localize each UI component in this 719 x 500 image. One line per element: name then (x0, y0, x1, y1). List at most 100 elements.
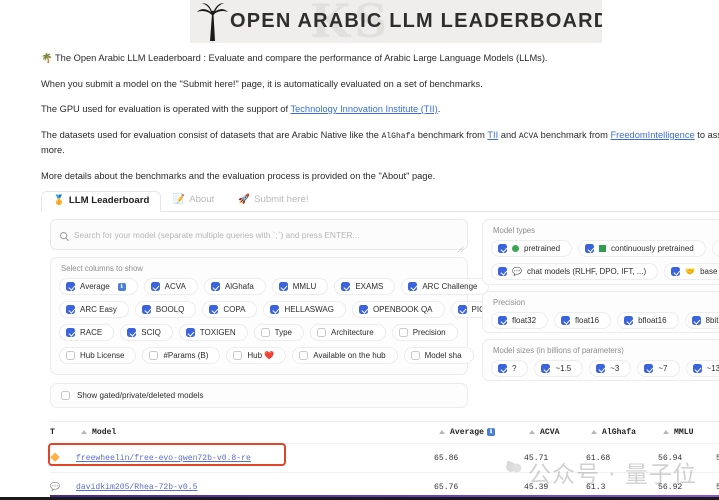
checkbox[interactable] (624, 316, 633, 325)
model-type-chip-pretrained[interactable]: pretrained (491, 240, 572, 257)
model-link[interactable]: davidkim205/Rhea-72b-v0.5 (76, 483, 197, 492)
model-type-chip-base-merges-and[interactable]: 🤝base merges and (664, 263, 719, 280)
checkbox[interactable] (693, 364, 702, 373)
checkbox[interactable] (408, 282, 417, 291)
checkbox[interactable] (671, 267, 680, 276)
checkbox[interactable] (186, 328, 195, 337)
checkbox[interactable] (498, 316, 507, 325)
model-size-chip-13[interactable]: ~13 (686, 360, 719, 377)
column-chip-hub-license[interactable]: Hub License (59, 347, 136, 364)
precision-chip-8bit[interactable]: 8bit (685, 312, 719, 329)
model-type-chip-continuously-pretrained[interactable]: continuously pretrained (578, 240, 706, 257)
intro-line-2: When you submit a model on the "Submit h… (41, 78, 713, 91)
model-link[interactable]: freewheelin/free-evo-qwen72b-v0.8-re (76, 454, 251, 463)
checkbox[interactable] (211, 282, 220, 291)
table-header-acva[interactable]: ACVA (524, 422, 586, 444)
checkbox[interactable] (127, 328, 136, 337)
checkbox[interactable] (66, 328, 75, 337)
column-chip-arc-challenge[interactable]: ARC Challenge (401, 278, 489, 295)
tii-link[interactable]: Technology Innovation Institute (TII) (290, 104, 437, 114)
checkbox[interactable] (692, 316, 701, 325)
column-chip-sciq[interactable]: SCIQ (120, 324, 173, 341)
sort-caret-icon[interactable] (529, 430, 535, 434)
precision-chip-bfloat16[interactable]: bfloat16 (617, 312, 678, 329)
model-size-chip-[interactable]: ? (491, 360, 528, 377)
show-gated-models-row[interactable]: Show gated/private/deleted models (50, 383, 468, 408)
checkbox[interactable] (66, 282, 75, 291)
model-size-chip-7[interactable]: ~7 (637, 360, 679, 377)
column-chip-hellaswag[interactable]: HELLASWAG (263, 301, 346, 318)
sort-caret-icon[interactable] (81, 430, 87, 434)
checkbox[interactable] (498, 244, 507, 253)
table-header-model[interactable]: Model (76, 422, 434, 444)
checkbox[interactable] (279, 282, 288, 291)
column-chip-alghafa[interactable]: AlGhafa (204, 278, 266, 295)
tab-submit-here[interactable]: 🚀 Submit here! (226, 190, 320, 211)
column-chip-available-on-the-hub[interactable]: Available on the hub (292, 347, 397, 364)
checkbox[interactable] (458, 305, 467, 314)
checkbox[interactable] (233, 351, 242, 360)
checkbox[interactable] (561, 316, 570, 325)
checkbox[interactable] (498, 364, 507, 373)
column-chip-type[interactable]: Type (254, 324, 304, 341)
table-header-alghafa[interactable]: AlGhafa (586, 422, 658, 444)
column-chip-race[interactable]: RACE (59, 324, 114, 341)
checkbox[interactable] (299, 351, 308, 360)
model-type-chip-f[interactable]: 🔶f (712, 240, 719, 257)
precision-chip-float16[interactable]: float16 (554, 312, 611, 329)
checkbox[interactable] (585, 244, 594, 253)
column-chip-params-b[interactable]: #Params (B) (142, 347, 220, 364)
checkbox[interactable] (149, 351, 158, 360)
column-chip-average[interactable]: Averageℹ (59, 278, 138, 295)
table-header-average[interactable]: Averageℹ (434, 422, 524, 444)
tab-llm-leaderboard[interactable]: 🏅 LLM Leaderboard (41, 191, 161, 212)
precision-chip-float32[interactable]: float32 (491, 312, 548, 329)
column-chip-boolq[interactable]: BOOLQ (135, 301, 196, 318)
model-size-chip-3[interactable]: ~3 (589, 360, 631, 377)
table-row[interactable]: 🔶freewheelin/free-evo-qwen72b-v0.8-re65.… (50, 444, 719, 473)
checkbox[interactable] (261, 328, 270, 337)
checkbox[interactable] (596, 364, 605, 373)
checkbox[interactable] (541, 364, 550, 373)
checkbox[interactable] (142, 305, 151, 314)
freedomintelligence-link[interactable]: FreedomIntelligence (610, 130, 694, 140)
checkbox[interactable] (341, 282, 350, 291)
model-type-chip-chat-models-rlhf-dpo-ift[interactable]: 💬chat models (RLHF, DPO, IFT, ...) (491, 263, 658, 280)
column-chip-model-sha[interactable]: Model sha (404, 347, 474, 364)
tab-about[interactable]: 📝 About (161, 190, 226, 211)
column-chip-mmlu[interactable]: MMLU (272, 278, 329, 295)
column-chip-exams[interactable]: EXAMS (334, 278, 395, 295)
checkbox[interactable] (644, 364, 653, 373)
checkbox[interactable] (411, 351, 420, 360)
column-chip-copa[interactable]: COPA (202, 301, 257, 318)
search-input[interactable]: Search for your model (separate multiple… (50, 219, 468, 250)
column-chip-architecture[interactable]: Architecture (310, 324, 386, 341)
average-info-badge-icon[interactable]: ℹ (487, 428, 495, 436)
column-chip-acva[interactable]: ACVA (144, 278, 198, 295)
checkbox[interactable] (209, 305, 218, 314)
checkbox[interactable] (359, 305, 368, 314)
show-gated-checkbox[interactable] (61, 391, 70, 400)
column-chip-arc-easy[interactable]: ARC Easy (59, 301, 129, 318)
column-chip-precision[interactable]: Precision (392, 324, 458, 341)
resize-grip-icon[interactable] (457, 240, 464, 247)
model-size-chip-1-5[interactable]: ~1.5 (534, 360, 583, 377)
leaderboard-table[interactable]: TModelAverageℹACVAAlGhafaMMLUEXAMSARC Ch… (50, 421, 719, 500)
checkbox[interactable] (66, 305, 75, 314)
checkbox[interactable] (317, 328, 326, 337)
sort-caret-icon[interactable] (439, 430, 445, 434)
checkbox[interactable] (498, 267, 507, 276)
sort-caret-icon[interactable] (663, 430, 669, 434)
column-chip-hub[interactable]: Hub ❤️ (226, 347, 286, 364)
sort-caret-icon[interactable] (591, 430, 597, 434)
checkbox[interactable] (66, 351, 75, 360)
table-header-t[interactable]: T (50, 422, 76, 444)
column-chip-openbook-qa[interactable]: OPENBOOK QA (352, 301, 445, 318)
column-chip-toxigen[interactable]: TOXIGEN (179, 324, 248, 341)
table-header-mmlu[interactable]: MMLU (658, 422, 716, 444)
info-badge-icon[interactable]: ℹ (118, 283, 126, 291)
checkbox[interactable] (399, 328, 408, 337)
tii-link-2[interactable]: TII (487, 130, 498, 140)
checkbox[interactable] (151, 282, 160, 291)
checkbox[interactable] (270, 305, 279, 314)
